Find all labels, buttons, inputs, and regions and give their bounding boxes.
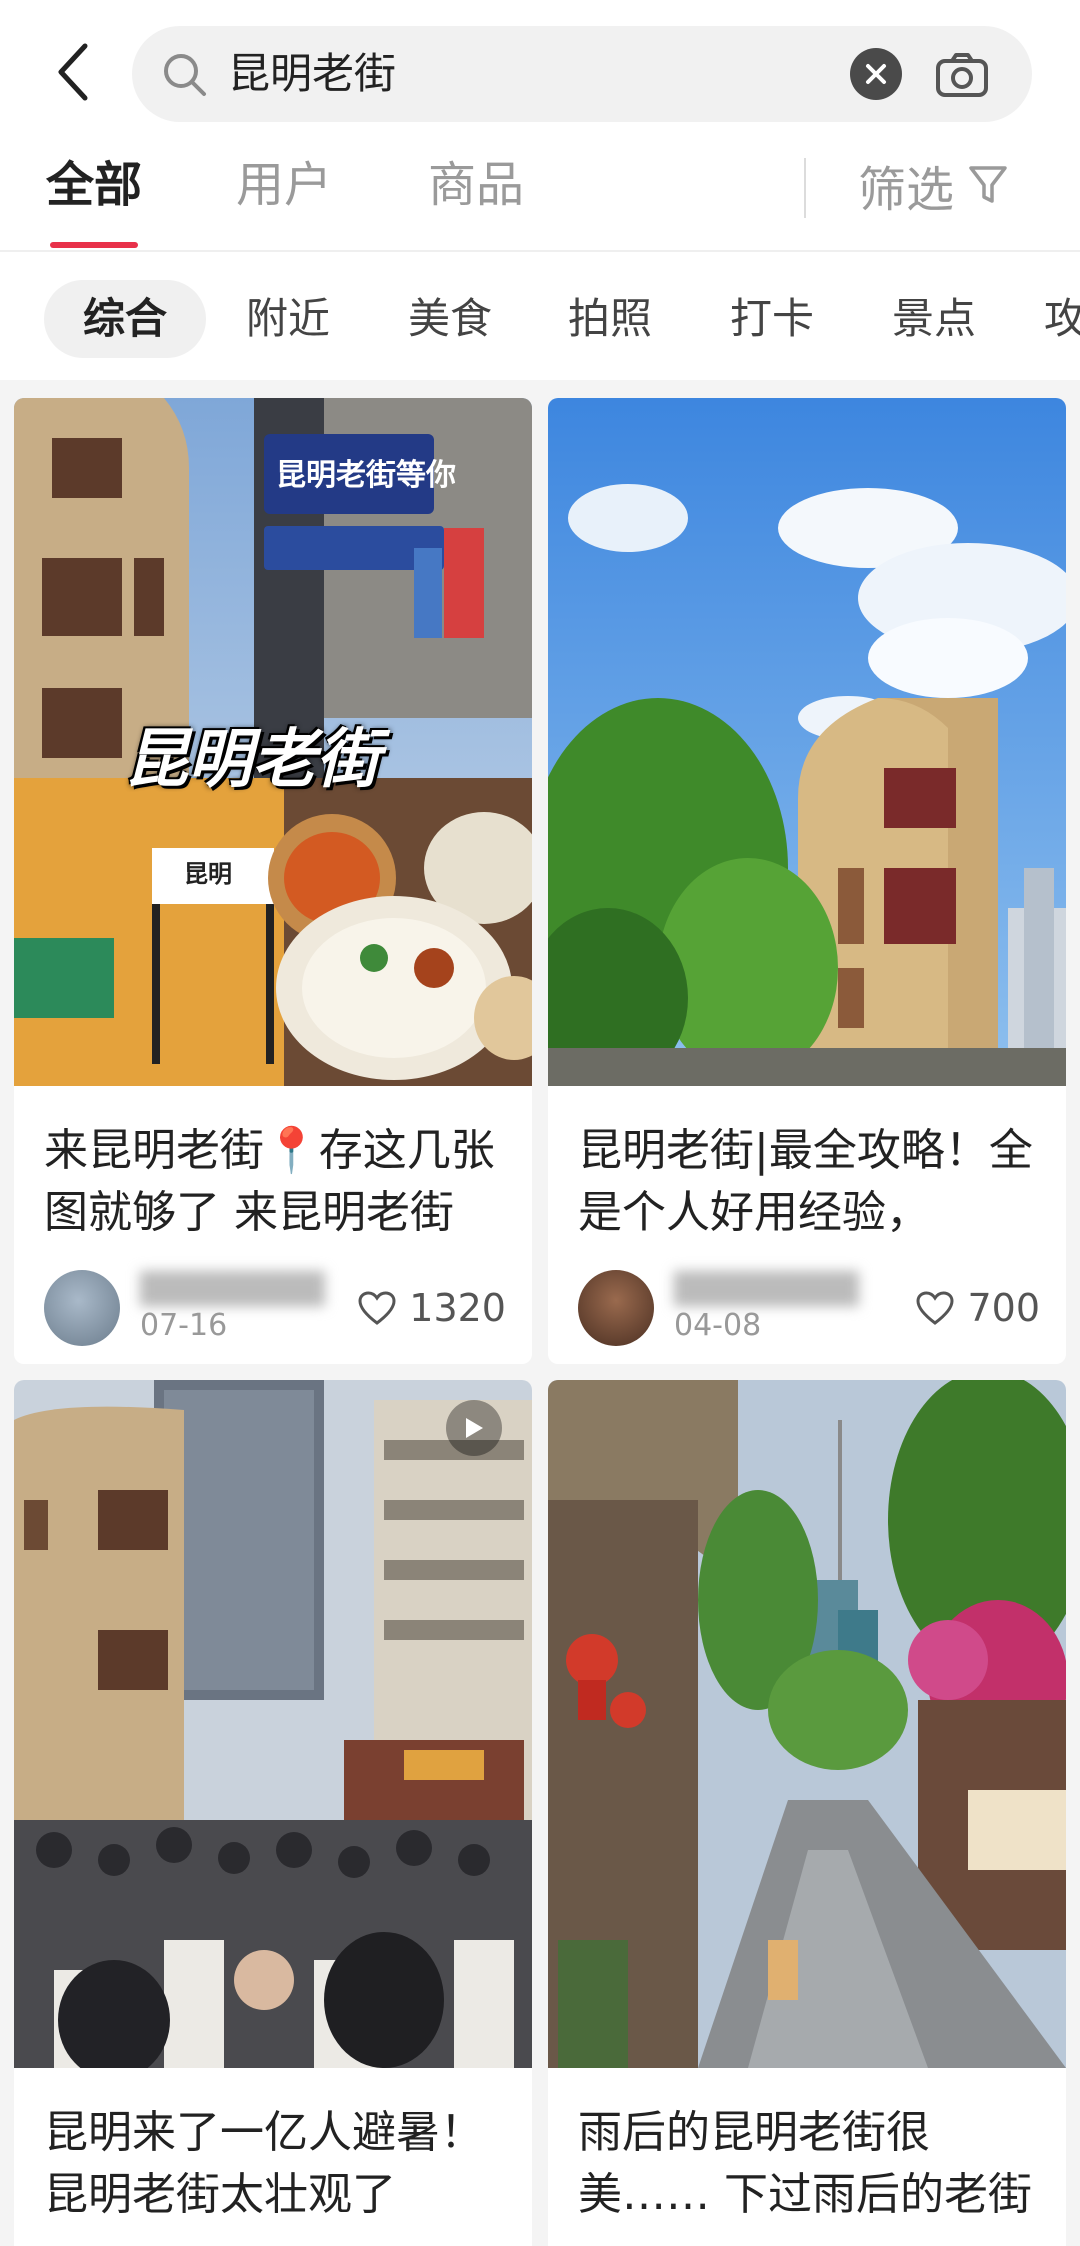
note-date: 07-16 bbox=[140, 1308, 228, 1343]
note-cover-image[interactable] bbox=[14, 1380, 532, 2068]
author-name-blurred[interactable]: ████████ bbox=[140, 1272, 340, 1308]
clear-icon bbox=[866, 64, 886, 84]
avatar[interactable] bbox=[44, 1270, 120, 1346]
cover-overlay-title: 昆明老街 bbox=[124, 723, 380, 797]
note-meta: ████████ 04-08 700 bbox=[578, 1266, 1040, 1350]
note-title[interactable]: 来昆明老街📍存这几张图就够了 来昆明老街 bbox=[44, 1120, 506, 1244]
note-date: 04-08 bbox=[674, 1308, 762, 1343]
chip-check-in[interactable]: 打卡 bbox=[710, 280, 834, 358]
cover-illustration bbox=[548, 398, 1066, 1086]
tab-products[interactable]: 商品 bbox=[428, 150, 524, 250]
camera-icon bbox=[936, 53, 988, 97]
tab-users[interactable]: 用户 bbox=[236, 150, 332, 250]
tab-all[interactable]: 全部 bbox=[46, 150, 142, 250]
note-title[interactable]: 雨后的昆明老街很美…… 下过雨后的老街 bbox=[578, 2102, 1040, 2226]
heart-icon bbox=[916, 1291, 954, 1325]
image-search-button[interactable] bbox=[932, 46, 992, 104]
back-button[interactable] bbox=[40, 36, 104, 108]
search-box[interactable] bbox=[132, 26, 1032, 122]
note-card[interactable]: 昆明老街等你 昆明 昆明老街 来昆明老街📍存这几张图就够了 来昆明老街 ████… bbox=[14, 398, 532, 1364]
note-feed: 昆明老街等你 昆明 昆明老街 来昆明老街📍存这几张图就够了 来昆明老街 ████… bbox=[0, 380, 1080, 2246]
note-cover-image[interactable] bbox=[548, 1380, 1066, 2068]
note-title[interactable]: 昆明老街|最全攻略！全是个人好用经验， bbox=[578, 1120, 1040, 1244]
chip-photography[interactable]: 拍照 bbox=[548, 280, 672, 358]
video-badge bbox=[446, 1400, 502, 1456]
note-title[interactable]: 昆明来了一亿人避暑！昆明老街太壮观了 bbox=[44, 2102, 506, 2226]
search-icon bbox=[164, 54, 206, 96]
chip-food[interactable]: 美食 bbox=[388, 280, 512, 358]
result-type-tabs: 全部 用户 商品 筛选 bbox=[0, 150, 1080, 252]
search-results-screen: 全部 用户 商品 筛选 综合 附近 美食 拍照 打卡 景点 攻 bbox=[0, 0, 1080, 2246]
search-input[interactable] bbox=[228, 42, 848, 106]
filter-label: 筛选 bbox=[858, 162, 955, 218]
note-card[interactable]: 雨后的昆明老街很美…… 下过雨后的老街 bbox=[548, 1380, 1066, 2246]
note-cover-image[interactable] bbox=[548, 398, 1066, 1086]
tab-divider bbox=[804, 158, 806, 218]
sign-text: 昆明老街等你 bbox=[276, 458, 456, 493]
category-chips: 综合 附近 美食 拍照 打卡 景点 攻 bbox=[0, 252, 1080, 380]
like-count: 700 bbox=[967, 1286, 1040, 1330]
note-card[interactable]: 昆明老街|最全攻略！全是个人好用经验， ████████ 04-08 700 bbox=[548, 398, 1066, 1364]
top-bar bbox=[0, 0, 1080, 150]
clear-search-button[interactable] bbox=[850, 48, 902, 100]
note-cover-image[interactable]: 昆明老街等你 昆明 昆明老街 bbox=[14, 398, 532, 1086]
cover-illustration bbox=[548, 1380, 1066, 2068]
avatar[interactable] bbox=[578, 1270, 654, 1346]
chip-guide[interactable]: 攻 bbox=[1044, 280, 1080, 358]
sign-text: 昆明 bbox=[184, 860, 232, 888]
heart-icon bbox=[358, 1291, 396, 1325]
like-count: 1320 bbox=[409, 1286, 506, 1330]
note-card[interactable]: 昆明来了一亿人避暑！昆明老街太壮观了 bbox=[14, 1380, 532, 2246]
like-button[interactable]: 1320 bbox=[357, 1284, 506, 1332]
cover-illustration bbox=[14, 1380, 532, 2068]
active-tab-indicator bbox=[50, 242, 138, 248]
play-icon bbox=[466, 1418, 483, 1438]
filter-icon bbox=[969, 166, 1007, 203]
chip-comprehensive[interactable]: 综合 bbox=[44, 280, 206, 358]
chip-attractions[interactable]: 景点 bbox=[872, 280, 996, 358]
filter-button[interactable]: 筛选 bbox=[858, 150, 1008, 220]
chip-nearby[interactable]: 附近 bbox=[226, 280, 350, 358]
author-name-blurred[interactable]: ████████ bbox=[674, 1272, 874, 1308]
back-arrow-icon bbox=[58, 43, 88, 101]
note-meta: ████████ 07-16 1320 bbox=[44, 1266, 506, 1350]
like-button[interactable]: 700 bbox=[915, 1284, 1040, 1332]
